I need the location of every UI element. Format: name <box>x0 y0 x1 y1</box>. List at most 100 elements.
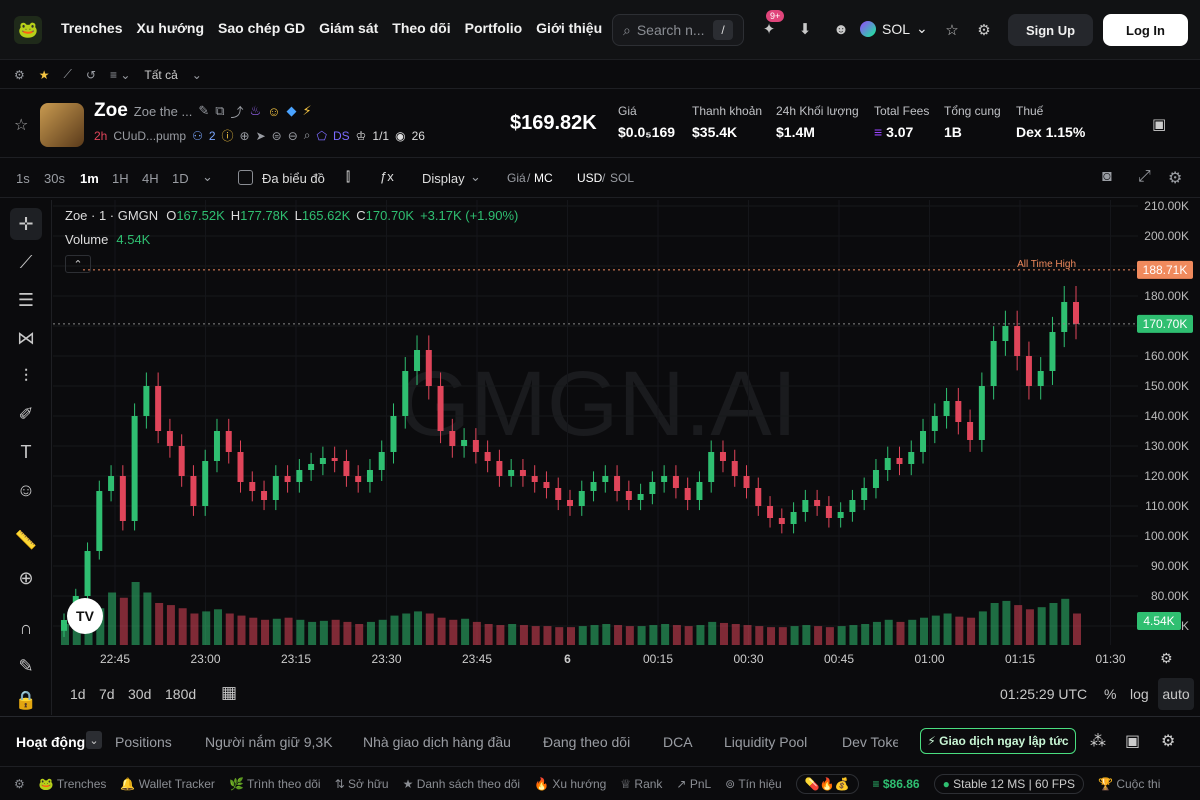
chevron-down-icon[interactable]: ⌄ <box>202 169 213 185</box>
chart-settings-icon[interactable]: ⚙ <box>1168 168 1182 188</box>
trendline-icon[interactable]: ⟋ <box>10 246 42 278</box>
nav-link-trending[interactable]: Xu hướng <box>136 20 204 36</box>
calendar-icon[interactable]: ▦ <box>221 683 237 703</box>
fullscreen-icon[interactable]: ⤢ <box>1138 168 1151 186</box>
copy-icon[interactable]: ⧉ <box>215 103 224 119</box>
download-icon[interactable]: ⬇ <box>794 18 816 40</box>
brush-icon[interactable]: ✐ <box>10 398 42 430</box>
footer-rank[interactable]: ♕ Rank <box>620 777 662 791</box>
tab-positions[interactable]: Positions <box>115 734 172 750</box>
projection-icon[interactable]: ⫶ <box>10 360 42 392</box>
footer-follow-tracker[interactable]: 🌿 Trình theo dõi <box>229 777 321 791</box>
star-icon[interactable]: ☆ <box>941 19 963 41</box>
favorite-star-icon[interactable]: ☆ <box>14 115 28 135</box>
globe-icon[interactable]: ⊕ <box>240 129 250 143</box>
lock-icon[interactable]: 🔒 <box>10 688 42 712</box>
collapse-legend-button[interactable]: ⌃ <box>65 255 91 273</box>
chain-selector[interactable]: SOL ⌄ <box>860 20 928 37</box>
history-icon[interactable]: ↺ <box>86 68 96 82</box>
token-address[interactable]: CUuD...pump <box>113 129 186 143</box>
usd-toggle[interactable]: USD <box>577 171 602 185</box>
footer-trenches[interactable]: 🐸 Trenches <box>39 777 107 791</box>
interval-1h[interactable]: 1H <box>112 171 129 186</box>
footer-contest[interactable]: 🏆 Cuộc thi <box>1098 777 1160 791</box>
nav-link-copytrade[interactable]: Sao chép GD <box>218 20 305 36</box>
chart-svg[interactable]: GMGN.AI 210.00K200.00K190.00K180.00K170.… <box>53 199 1200 675</box>
tab-activity[interactable]: Hoạt động <box>16 734 85 750</box>
axis-settings-icon[interactable]: ⚙ <box>1160 650 1173 667</box>
footer-wallet-tracker[interactable]: 🔔 Wallet Tracker <box>120 777 215 791</box>
tab-dev-tokens[interactable]: Dev Toke <box>842 734 898 750</box>
gmgn-logo[interactable]: 🐸 <box>14 16 42 44</box>
instant-trade-button[interactable]: ⚡ Giao dịch ngay lập tức <box>920 728 1076 754</box>
chart-icon[interactable]: ⟋ <box>64 67 72 82</box>
range-1d[interactable]: 1d <box>70 686 86 702</box>
indicators-icon[interactable]: ƒx <box>380 169 394 184</box>
footer-extension-pill[interactable]: 💊🔥💰 <box>795 773 859 794</box>
signup-button[interactable]: Sign Up <box>1008 14 1093 46</box>
favorites-star-icon[interactable]: ★ <box>39 68 50 82</box>
layout-icon[interactable]: ▣ <box>1125 731 1140 751</box>
tab-top-traders[interactable]: Nhà giao dịch hàng đầu <box>363 734 511 750</box>
tab-following[interactable]: Đang theo dõi <box>543 734 630 750</box>
price-toggle[interactable]: Giá <box>507 171 526 185</box>
panel-toggle-icon[interactable]: ▣ <box>1152 115 1166 133</box>
sol-toggle[interactable]: SOL <box>610 171 634 185</box>
interval-4h[interactable]: 4H <box>142 171 159 186</box>
tab-holders[interactable]: Người nắm giữ 9,3K <box>205 734 333 750</box>
fib-icon[interactable]: ☰ <box>10 284 42 316</box>
nav-link-portfolio[interactable]: Portfolio <box>465 20 523 36</box>
settings-icon[interactable]: ⚙ <box>14 68 25 82</box>
pattern-icon[interactable]: ⋈ <box>10 322 42 354</box>
footer-trending[interactable]: 🔥 Xu hướng <box>534 777 606 791</box>
log-scale-toggle[interactable]: log <box>1130 686 1149 702</box>
ruler-icon[interactable]: 📏 <box>10 524 42 556</box>
twitter-icon[interactable]: ⊜ <box>272 129 282 143</box>
gear-icon[interactable]: ⚙ <box>973 19 995 41</box>
share-icon[interactable]: ⤴ <box>231 102 244 121</box>
zoom-icon[interactable]: ⊕ <box>10 562 42 594</box>
nav-link-monitor[interactable]: Giám sát <box>319 20 378 36</box>
crosshair-icon[interactable]: ✛ <box>10 208 42 240</box>
multi-chart-checkbox[interactable] <box>238 170 253 185</box>
footer-signals[interactable]: ⊚ Tín hiệu <box>725 777 782 791</box>
price-chart[interactable]: GMGN.AI 210.00K200.00K190.00K180.00K170.… <box>53 199 1200 675</box>
interval-30s[interactable]: 30s <box>44 171 65 186</box>
range-7d[interactable]: 7d <box>99 686 115 702</box>
settings-icon[interactable]: ⚙ <box>1161 731 1175 751</box>
magnet-icon[interactable]: ∩ <box>10 612 42 644</box>
tab-dca[interactable]: DCA <box>663 734 693 750</box>
interval-1m[interactable]: 1m <box>80 171 99 186</box>
rocket-icon[interactable]: ✦ 9+ <box>758 10 785 40</box>
nav-link-trenches[interactable]: Trenches <box>61 20 122 36</box>
interval-1s[interactable]: 1s <box>16 171 30 186</box>
chain-filter-icon[interactable]: ≡ ⌄ <box>110 68 130 82</box>
edit-icon[interactable]: ✎ <box>198 103 209 119</box>
tab-liquidity-pool[interactable]: Liquidity Pool <box>724 734 807 750</box>
search-icon[interactable]: ⌕ <box>304 128 311 143</box>
range-30d[interactable]: 30d <box>128 686 151 702</box>
filter-all[interactable]: Tất cả <box>144 68 177 82</box>
nav-link-about[interactable]: Giới thiệu <box>536 20 602 36</box>
emoji-icon[interactable]: ☺ <box>10 474 42 506</box>
candle-type-icon[interactable]: ⫿ <box>346 169 350 185</box>
login-button[interactable]: Log In <box>1103 14 1188 46</box>
footer-watchlist[interactable]: ★ Danh sách theo dõi <box>403 777 521 791</box>
footer-holdings[interactable]: ⇅ Sở hữu <box>335 777 389 791</box>
pump-icon[interactable]: ⊖ <box>288 129 298 143</box>
settings-icon[interactable]: ⚙ <box>14 777 25 791</box>
bot-icon[interactable]: ☻ <box>830 18 852 40</box>
bubble-map-icon[interactable]: ⁂ <box>1090 731 1106 751</box>
display-dropdown[interactable]: Display <box>422 171 465 186</box>
search-input[interactable]: ⌕ Search n... / <box>612 14 744 46</box>
auto-scale-toggle[interactable]: auto <box>1158 678 1194 710</box>
telegram-icon[interactable]: ➤ <box>256 129 266 143</box>
chevron-down-icon[interactable]: ⌄ <box>86 731 102 749</box>
dexscreener-icon[interactable]: ⬠ <box>317 129 327 143</box>
percent-scale-toggle[interactable]: % <box>1104 686 1116 702</box>
range-180d[interactable]: 180d <box>165 686 196 702</box>
nav-link-follow[interactable]: Theo dõi <box>392 20 450 36</box>
tradingview-logo[interactable]: TV <box>67 598 103 634</box>
text-icon[interactable]: T <box>10 436 42 468</box>
camera-icon[interactable]: ◙ <box>1102 168 1112 186</box>
